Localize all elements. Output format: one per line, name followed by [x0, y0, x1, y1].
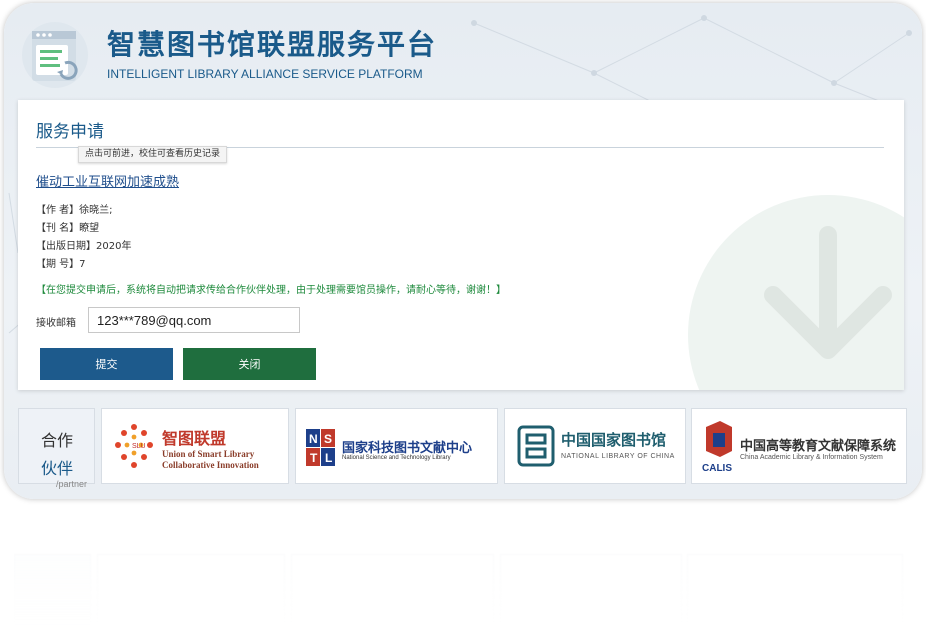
svg-text:S: S [324, 432, 332, 446]
app-frame: 智慧图书馆联盟服务平台 INTELLIGENT LIBRARY ALLIANCE… [4, 3, 922, 499]
email-label: 接收邮箱 [36, 318, 76, 329]
calis-badge-text: CALIS [702, 463, 732, 474]
partners-label-en: /partner [56, 479, 88, 489]
reflection-nlc-box [500, 554, 682, 630]
app-title: 智慧图书馆联盟服务平台 [107, 28, 438, 61]
partner-calis[interactable]: CALIS 中国高等教育文献保障系统 China Academic Librar… [691, 408, 907, 484]
slu-logo-icon: SLU [115, 424, 153, 468]
partner-nstl[interactable]: N S T L 国家科技图书文献中心 National Science and … [295, 408, 498, 484]
slu-badge-text: SLU [132, 443, 146, 450]
partner-slu[interactable]: SLU 智图联盟 Union of Smart Library Collabor… [101, 408, 289, 484]
reflection-label-box [14, 554, 91, 630]
partner-calis-name: 中国高等教育文献保障系统 [740, 439, 897, 454]
partners-bar: 合作 伙伴 /partner SLU 智图联盟 Union of Smart L… [18, 408, 908, 489]
svg-text:T: T [310, 451, 318, 465]
page: 智慧图书馆联盟服务平台 INTELLIGENT LIBRARY ALLIANCE… [0, 0, 926, 642]
partner-slu-en-2: Collaborative Innovation [162, 460, 259, 470]
app-subtitle: INTELLIGENT LIBRARY ALLIANCE SERVICE PLA… [107, 67, 423, 81]
close-button[interactable]: 关闭 [183, 348, 316, 380]
partner-nlc[interactable]: 中国国家图书馆 NATIONAL LIBRARY OF CHINA [504, 408, 686, 484]
submit-button[interactable]: 提交 [40, 348, 173, 380]
partner-nlc-name: 中国国家图书馆 [561, 431, 667, 449]
svg-text:L: L [325, 451, 332, 465]
reflection-calis-box [687, 554, 903, 630]
nstl-logo-icon: N S T L [306, 429, 335, 466]
partners-reflection [14, 510, 904, 630]
partners-label-mid: 伙伴 [41, 459, 74, 478]
email-field[interactable] [88, 307, 300, 333]
download-arrow-icon [764, 226, 892, 359]
header: 智慧图书馆联盟服务平台 INTELLIGENT LIBRARY ALLIANCE… [16, 15, 616, 95]
partner-calis-en: China Academic Library & Information Sys… [740, 454, 883, 461]
document-refresh-icon [19, 17, 91, 89]
processing-notice: 【在您提交申请后，系统将自动把请求传给合作伙伴处理，由于处理需要馆员操作，请耐心… [36, 285, 506, 296]
partners-label: 合作 伙伴 [18, 408, 95, 484]
reflection-nstl-box [291, 554, 494, 630]
partner-slu-en-1: Union of Smart Library [162, 449, 255, 459]
history-tooltip: 点击可前进，校住可查看历史记录 [78, 146, 228, 163]
partner-nlc-en: NATIONAL LIBRARY OF CHINA [561, 453, 675, 460]
meta-journal: 【刊 名】瞭望 [36, 223, 100, 234]
nlc-seal-icon [517, 425, 555, 467]
service-request-card: 服务申请 催动工业互联网加速成熟 点击可前进，校住可查看历史记录 【作 者】徐晓… [18, 100, 904, 390]
partners-label-top: 合作 [41, 431, 74, 450]
svg-text:N: N [309, 432, 318, 446]
calis-logo-icon: CALIS [702, 421, 732, 474]
reflection-slu-box [97, 554, 285, 630]
partner-nstl-name: 国家科技图书文献中心 [342, 441, 473, 456]
article-title-link[interactable]: 催动工业互联网加速成熟 [36, 171, 179, 190]
meta-date: 【出版日期】2020年 [36, 241, 132, 252]
section-title: 服务申请 [36, 122, 104, 142]
meta-author: 【作 者】徐晓兰; [36, 205, 113, 216]
partner-slu-name: 智图联盟 [162, 429, 227, 448]
meta-issue: 【期 号】7 [36, 259, 86, 270]
partner-nstl-en: National Science and Technology Library [342, 455, 451, 461]
article-meta: 【作 者】徐晓兰; 【刊 名】瞭望 【出版日期】2020年 【期 号】7 [36, 202, 131, 274]
